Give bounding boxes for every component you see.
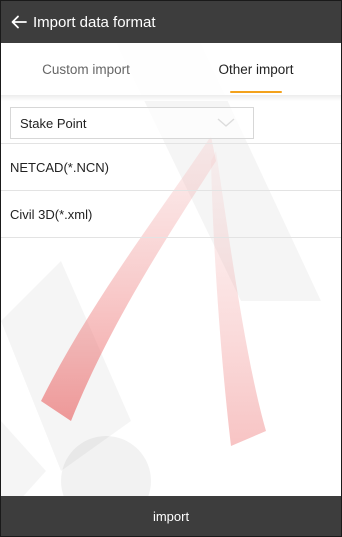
tab-label: Custom import bbox=[42, 61, 130, 77]
tab-indicator bbox=[230, 91, 282, 93]
list-item-civil3d[interactable]: Civil 3D(*.xml) bbox=[1, 190, 341, 238]
list-item-label: Civil 3D(*.xml) bbox=[10, 206, 93, 222]
arrow-left-icon[interactable] bbox=[7, 10, 31, 34]
app-screen: Import data format Custom import Other i… bbox=[0, 0, 342, 537]
page-title: Import data format bbox=[33, 13, 156, 31]
list-item-netcad[interactable]: NETCAD(*.NCN) bbox=[1, 143, 341, 190]
tabs-divider bbox=[1, 95, 341, 101]
app-header: Import data format bbox=[1, 1, 341, 43]
tab-label: Other import bbox=[218, 61, 294, 77]
footer-bar: import bbox=[1, 496, 341, 536]
import-tabs: Custom import Other import bbox=[1, 43, 341, 95]
import-button[interactable] bbox=[1, 496, 341, 536]
data-type-select[interactable]: Stake Point bbox=[10, 107, 254, 139]
list-item-label: NETCAD(*.NCN) bbox=[10, 159, 109, 175]
select-value: Stake Point bbox=[20, 115, 87, 131]
tab-custom-import[interactable]: Custom import bbox=[1, 43, 171, 95]
format-list: NETCAD(*.NCN) Civil 3D(*.xml) bbox=[1, 143, 341, 238]
tab-other-import[interactable]: Other import bbox=[171, 43, 341, 95]
chevron-down-icon bbox=[217, 118, 235, 127]
